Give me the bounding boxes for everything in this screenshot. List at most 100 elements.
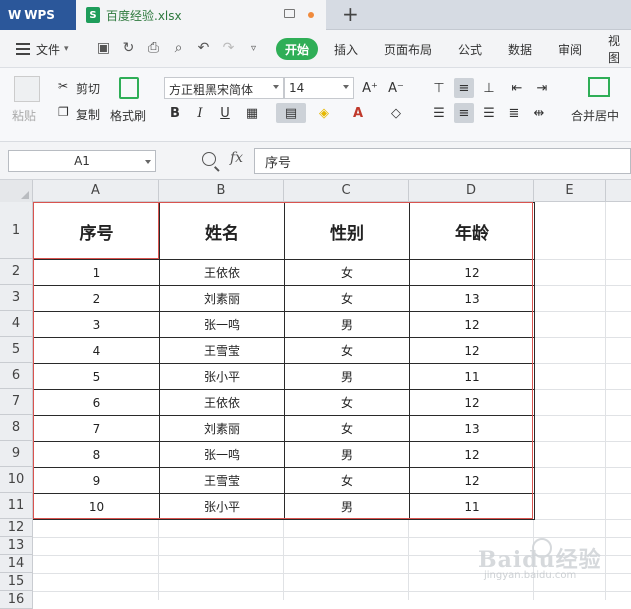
cell[interactable]: 男: [284, 493, 410, 520]
cell[interactable]: 10: [33, 493, 160, 520]
cell[interactable]: 12: [409, 311, 535, 338]
cell[interactable]: 1: [33, 259, 160, 286]
tab-view[interactable]: 视图: [608, 30, 631, 68]
fill-color-icon[interactable]: ▤: [276, 103, 306, 123]
justify-icon[interactable]: ≣: [504, 103, 524, 123]
cell[interactable]: 4: [33, 337, 160, 364]
row-header-5[interactable]: 5: [0, 337, 33, 363]
row-header-3[interactable]: 3: [0, 285, 33, 311]
cell[interactable]: 女: [284, 389, 410, 416]
undo-icon[interactable]: ↶: [196, 41, 211, 56]
cell[interactable]: 王依依: [159, 389, 285, 416]
row-header-10[interactable]: 10: [0, 467, 33, 493]
paste-button[interactable]: 粘贴: [12, 107, 36, 124]
cell[interactable]: 女: [284, 259, 410, 286]
italic-button[interactable]: I: [190, 103, 210, 123]
cell[interactable]: 8: [33, 441, 160, 468]
font-name-select[interactable]: 方正粗黑宋简体: [164, 77, 284, 99]
bold-button[interactable]: B: [165, 103, 185, 123]
cell[interactable]: 12: [409, 389, 535, 416]
cell[interactable]: 12: [409, 259, 535, 286]
align-bottom-icon[interactable]: ⊥: [479, 78, 499, 98]
column-header-b[interactable]: B: [159, 180, 284, 202]
cell[interactable]: 女: [284, 415, 410, 442]
tab-start[interactable]: 开始: [276, 38, 318, 60]
paste-icon[interactable]: [14, 76, 40, 102]
column-header-a[interactable]: A: [33, 180, 159, 202]
tab-formula[interactable]: 公式: [458, 30, 482, 68]
tab-review[interactable]: 审阅: [558, 30, 582, 68]
cell[interactable]: 女: [284, 337, 410, 364]
row-header-6[interactable]: 6: [0, 363, 33, 389]
grow-font-button[interactable]: A⁺: [360, 78, 380, 98]
header-cell-index[interactable]: 序号: [33, 202, 160, 260]
file-menu[interactable]: 文件 ▾: [36, 30, 69, 68]
cell[interactable]: 7: [33, 415, 160, 442]
decrease-indent-icon[interactable]: ⇤: [507, 78, 527, 98]
cell[interactable]: 2: [33, 285, 160, 312]
print-icon[interactable]: ⎙: [146, 41, 161, 56]
align-right-icon[interactable]: ☰: [479, 103, 499, 123]
align-center-icon[interactable]: ≡: [454, 103, 474, 123]
cell[interactable]: 6: [33, 389, 160, 416]
column-header-e[interactable]: E: [534, 180, 606, 202]
print-preview-icon[interactable]: ⌕: [171, 41, 186, 56]
cell[interactable]: 9: [33, 467, 160, 494]
new-tab-button[interactable]: +: [342, 3, 359, 25]
cell[interactable]: 男: [284, 441, 410, 468]
wps-home-tab[interactable]: W WPS: [0, 0, 76, 30]
row-header-4[interactable]: 4: [0, 311, 33, 337]
cell[interactable]: 王雪莹: [159, 337, 285, 364]
row-header-11[interactable]: 11: [0, 493, 33, 519]
tab-insert[interactable]: 插入: [334, 30, 358, 68]
column-header-d[interactable]: D: [409, 180, 534, 202]
underline-button[interactable]: U: [215, 103, 235, 123]
row-header-1[interactable]: 1: [0, 202, 33, 259]
header-cell-gender[interactable]: 性别: [284, 202, 410, 260]
align-left-icon[interactable]: ☰: [429, 103, 449, 123]
cell[interactable]: 刘素丽: [159, 415, 285, 442]
row-header-7[interactable]: 7: [0, 389, 33, 415]
cell[interactable]: 王雪莹: [159, 467, 285, 494]
shrink-font-button[interactable]: A⁻: [386, 78, 406, 98]
redo-icon[interactable]: ↷: [221, 41, 236, 56]
row-header-13[interactable]: 13: [0, 537, 33, 555]
tab-data[interactable]: 数据: [508, 30, 532, 68]
monitor-icon[interactable]: [284, 9, 295, 18]
cell[interactable]: 12: [409, 467, 535, 494]
increase-indent-icon[interactable]: ⇥: [532, 78, 552, 98]
cell[interactable]: 女: [284, 467, 410, 494]
hamburger-menu-icon[interactable]: [16, 43, 30, 55]
header-cell-name[interactable]: 姓名: [159, 202, 285, 260]
align-top-icon[interactable]: ⊤: [429, 78, 449, 98]
row-header-9[interactable]: 9: [0, 441, 33, 467]
cell[interactable]: 12: [409, 441, 535, 468]
cell[interactable]: 王依依: [159, 259, 285, 286]
tab-page-layout[interactable]: 页面布局: [384, 30, 432, 68]
save-icon[interactable]: ▣: [96, 41, 111, 56]
distribute-icon[interactable]: ⇹: [529, 103, 549, 123]
cell[interactable]: 11: [409, 363, 535, 390]
cell[interactable]: 男: [284, 311, 410, 338]
cell[interactable]: 张小平: [159, 493, 285, 520]
cut-button[interactable]: 剪切: [76, 80, 100, 97]
cell[interactable]: 5: [33, 363, 160, 390]
highlight-icon[interactable]: ◈: [314, 103, 334, 123]
cell[interactable]: 刘素丽: [159, 285, 285, 312]
cell[interactable]: 张一鸣: [159, 311, 285, 338]
select-all-corner[interactable]: [0, 180, 33, 202]
align-middle-icon[interactable]: ≡: [454, 78, 474, 98]
row-header-2[interactable]: 2: [0, 259, 33, 285]
merge-center-button[interactable]: 合并居中: [571, 107, 619, 124]
font-color-icon[interactable]: A: [348, 103, 368, 123]
border-icon[interactable]: ▦: [242, 103, 262, 123]
row-header-12[interactable]: 12: [0, 519, 33, 537]
format-painter-button[interactable]: 格式刷: [110, 107, 146, 124]
font-size-select[interactable]: 14: [284, 77, 354, 99]
row-header-14[interactable]: 14: [0, 555, 33, 573]
cell[interactable]: 12: [409, 337, 535, 364]
cell[interactable]: 11: [409, 493, 535, 520]
column-header-c[interactable]: C: [284, 180, 409, 202]
clear-format-icon[interactable]: ◇: [386, 103, 406, 123]
copy-button[interactable]: 复制: [76, 106, 100, 123]
